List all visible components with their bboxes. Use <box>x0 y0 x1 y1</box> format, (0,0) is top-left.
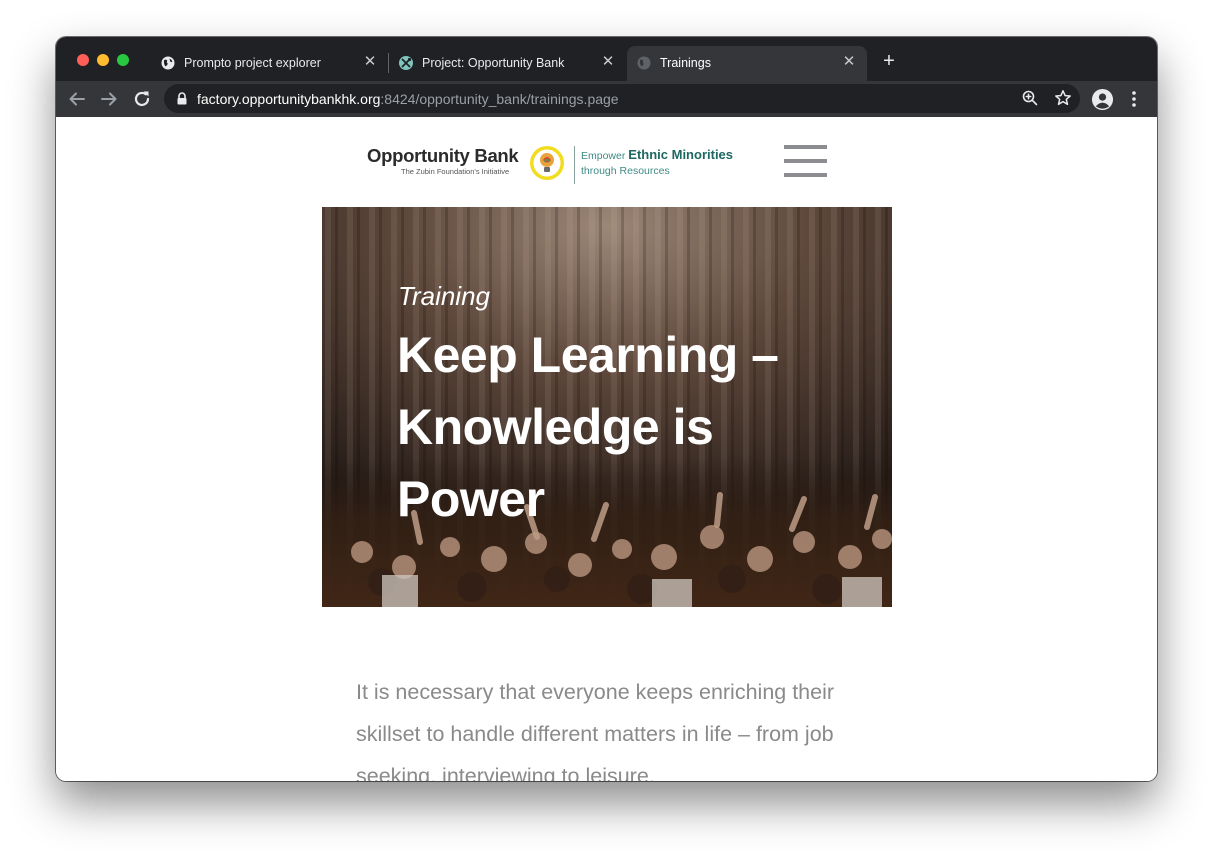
forward-arrow-icon[interactable] <box>97 87 121 111</box>
page-viewport: Opportunity Bank The Zubin Foundation's … <box>56 117 1157 781</box>
window-close-button[interactable] <box>77 54 89 66</box>
tab-prompto-project-explorer[interactable]: Prompto project explorer ✕ <box>151 46 388 81</box>
tab-project-opportunity-bank[interactable]: Project: Opportunity Bank ✕ <box>389 46 626 81</box>
logo-subtitle: The Zubin Foundation's Initiative <box>401 167 510 176</box>
bookmark-star-icon[interactable] <box>1053 88 1073 108</box>
zoom-icon[interactable] <box>1020 88 1040 108</box>
window-minimize-button[interactable] <box>97 54 109 66</box>
tab-close-icon[interactable]: ✕ <box>361 53 379 71</box>
more-menu-icon[interactable] <box>1124 89 1144 109</box>
lightbulb-emblem-icon <box>530 146 564 180</box>
url-path: :8424/opportunity_bank/trainings.page <box>380 91 619 107</box>
tab-close-icon[interactable]: ✕ <box>840 53 858 71</box>
tagline-highlight: Ethnic Minorities <box>628 147 734 162</box>
browser-window: Prompto project explorer ✕ Project: Oppo… <box>56 37 1157 781</box>
hero-kicker: Training <box>398 281 491 311</box>
hero-title: Keep Learning – Knowledge is Power <box>397 327 779 527</box>
back-arrow-icon[interactable] <box>65 87 89 111</box>
new-tab-button[interactable]: + <box>877 49 901 73</box>
window-maximize-button[interactable] <box>117 54 129 66</box>
logo-brand-name: Opportunity Bank <box>367 145 519 166</box>
url-text: factory.opportunitybankhk.org:8424/oppor… <box>197 91 619 107</box>
hero-banner: Training Keep Learning – Knowledge is Po… <box>322 207 892 607</box>
logo-divider <box>574 146 575 184</box>
profile-avatar-icon[interactable] <box>1091 88 1114 111</box>
tab-label: Project: Opportunity Bank <box>422 56 565 70</box>
logo-tagline-second-line: through Resources <box>581 165 670 177</box>
globe-icon <box>637 56 651 70</box>
address-bar[interactable]: factory.opportunitybankhk.org:8424/oppor… <box>164 84 1080 113</box>
tagline-prefix: Empower <box>581 150 626 162</box>
globe-icon <box>161 56 175 70</box>
site-logo[interactable]: Opportunity Bank The Zubin Foundation's … <box>367 143 747 187</box>
tab-strip: Prompto project explorer ✕ Project: Oppo… <box>56 37 1157 81</box>
browser-toolbar: factory.opportunitybankhk.org:8424/oppor… <box>56 81 1157 117</box>
logo-tagline: Empower Ethnic Minorities <box>581 147 733 162</box>
intro-paragraph: It is necessary that everyone keeps enri… <box>356 679 835 782</box>
tab-trainings[interactable]: Trainings ✕ <box>627 46 867 81</box>
tab-close-icon[interactable]: ✕ <box>599 53 617 71</box>
hamburger-menu-icon[interactable] <box>784 145 827 178</box>
tab-label: Trainings <box>660 56 711 70</box>
lock-icon <box>177 92 187 105</box>
project-tools-icon <box>399 56 413 70</box>
tab-label: Prompto project explorer <box>184 56 321 70</box>
url-host: factory.opportunitybankhk.org <box>197 91 381 107</box>
reload-icon[interactable] <box>130 87 154 111</box>
